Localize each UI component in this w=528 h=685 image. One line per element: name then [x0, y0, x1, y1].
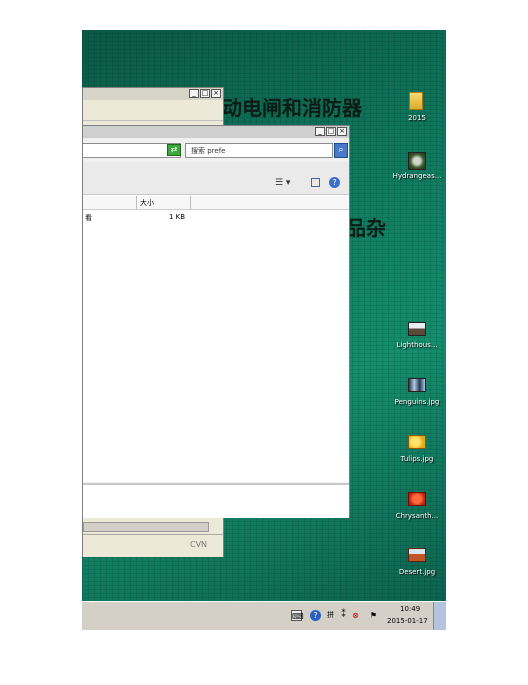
clock-date[interactable]: 2015-01-17 [387, 617, 428, 625]
desktop-icon-label: Penguins.jpg [394, 398, 440, 406]
network-icon[interactable]: ⁑ [338, 610, 349, 621]
close-icon[interactable]: × [337, 127, 347, 136]
volume-icon[interactable]: ⊗ [350, 610, 361, 621]
desktop-icon-label: Desert.jpg [398, 568, 436, 576]
image-icon [408, 492, 426, 506]
explorer-titlebar[interactable] [83, 126, 349, 138]
minimize-icon[interactable]: _ [315, 127, 325, 136]
table-row[interactable]: 看 1 KB [83, 211, 349, 223]
file-list[interactable]: 大小 看 1 KB [83, 195, 349, 482]
desktop: 动电闸和消防器 品杂 _ □ × CVN _ □ × ▼ ⇄ 搜索 prefe … [82, 30, 446, 630]
explorer-controls: _ □ × [315, 127, 347, 136]
help-icon[interactable]: ? [329, 177, 340, 188]
preview-pane-icon[interactable] [311, 178, 320, 187]
close-icon[interactable]: × [211, 89, 221, 98]
search-placeholder: 搜索 prefe [191, 147, 226, 155]
show-desktop-button[interactable] [433, 602, 446, 630]
back-window-scrollbar[interactable] [83, 522, 209, 532]
wallpaper-text-1: 动电闸和消防器 [222, 96, 362, 120]
maximize-icon[interactable]: □ [326, 127, 336, 136]
image-icon [408, 435, 426, 449]
clock-time[interactable]: 10:49 [400, 605, 420, 613]
desktop-icon-label: Hydrangeas... [392, 172, 442, 180]
folder-icon [409, 92, 423, 110]
column-divider[interactable] [136, 196, 137, 209]
back-window-toolbar [83, 100, 223, 121]
file-name[interactable]: 看 [85, 213, 92, 223]
explorer-toolbar: ☰ ▾ ? [83, 162, 349, 195]
image-icon [408, 548, 426, 562]
back-window-controls: _ □ × [189, 89, 221, 98]
details-pane [83, 483, 349, 518]
file-size: 1 KB [169, 213, 186, 221]
minimize-icon[interactable]: _ [189, 89, 199, 98]
taskbar: ⌨ ? 拼 ⁑ ⊗ ⚑ 10:49 2015-01-17 [82, 601, 446, 630]
image-icon [408, 322, 426, 336]
desktop-icon-label: Lighthous... [396, 341, 438, 349]
flag-icon[interactable]: ⚑ [368, 610, 379, 621]
back-window-status-bar: CVN [83, 534, 223, 557]
image-icon [408, 378, 426, 392]
wallpaper-text-2: 品杂 [346, 216, 386, 240]
back-window-status-text: CVN [190, 540, 208, 549]
maximize-icon[interactable]: □ [200, 89, 210, 98]
image-icon [408, 152, 426, 170]
desktop-icon-label: Chrysanth... [395, 512, 439, 520]
keyboard-icon[interactable]: ⌨ [291, 610, 304, 621]
column-header-row: 大小 [83, 196, 349, 210]
language-icon[interactable]: 拼 [325, 610, 336, 621]
help-icon[interactable]: ? [310, 610, 321, 621]
column-header-size[interactable]: 大小 [140, 198, 154, 208]
column-divider[interactable] [190, 196, 191, 209]
explorer-window[interactable]: _ □ × ▼ ⇄ 搜索 prefe ⌕ ☰ ▾ ? 大小 [82, 125, 350, 518]
search-input[interactable]: 搜索 prefe [185, 143, 333, 158]
search-icon[interactable]: ⌕ [334, 143, 348, 158]
desktop-icon-label: Tulips.jpg [400, 455, 434, 463]
desktop-icon-label: 2015 [408, 114, 426, 122]
view-options-icon[interactable]: ☰ ▾ [275, 178, 290, 188]
refresh-icon[interactable]: ⇄ [167, 144, 181, 156]
